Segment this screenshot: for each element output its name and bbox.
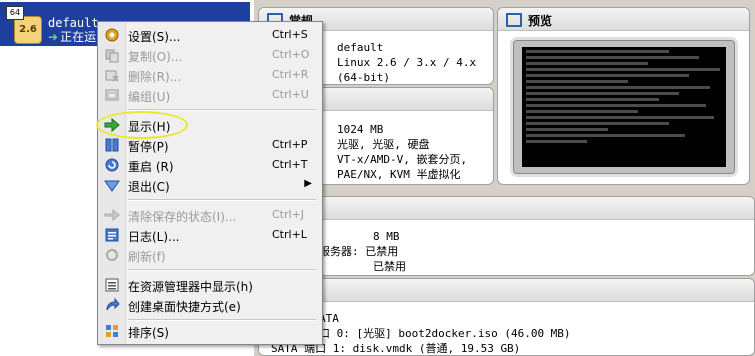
menu-item-shortcut: Ctrl+P <box>272 138 308 151</box>
menu-separator <box>128 199 316 201</box>
menu-item-settings[interactable]: 设置(S)... Ctrl+S <box>100 25 320 45</box>
preview-panel: 预览 <box>497 7 750 185</box>
menu-item-label: 设置(S)... <box>128 30 181 44</box>
storage-controller: ATA <box>319 312 339 325</box>
console-output <box>522 47 726 167</box>
vm-status: ➜ 正在运 <box>48 28 96 45</box>
preview-title: 预览 <box>528 14 553 28</box>
general-os-bits: (64-bit) <box>337 71 390 84</box>
refresh-icon <box>104 247 120 263</box>
vm-version-badge: 2.6 <box>14 16 42 44</box>
menu-item-label: 删除(R)... <box>128 70 182 84</box>
menu-item-label: 编组(U) <box>128 90 171 104</box>
menu-item-log[interactable]: 日志(L)... Ctrl+L <box>100 225 320 245</box>
system-acceleration: VT-x/AMD-V, 嵌套分页, <box>337 153 468 166</box>
delete-icon <box>104 67 120 83</box>
storage-port0-value: [光驱] boot2docker.iso (46.00 MB) <box>356 327 571 340</box>
running-arrow-icon: ➜ <box>48 30 59 44</box>
discard-state-icon <box>104 207 120 223</box>
vm-status-text: 正在运 <box>60 30 97 44</box>
menu-item-label: 日志(L)... <box>128 230 180 244</box>
system-acceleration-2: PAE/NX, KVM 半虚拟化 <box>337 168 461 181</box>
restart-icon <box>104 157 120 173</box>
vm-os-icon: 2.6 64 <box>6 6 42 44</box>
storage-header[interactable] <box>259 279 754 302</box>
menu-item-label: 清除保存的状态(I)... <box>128 210 237 224</box>
system-memory: 1024 MB <box>337 123 384 136</box>
storage-panel: ATA 口 0: [光驱] boot2docker.iso (46.00 MB)… <box>258 278 755 356</box>
highlight-ring <box>96 111 188 139</box>
menu-item-shortcut: Ctrl+T <box>272 158 308 171</box>
display-header[interactable] <box>259 197 754 220</box>
menu-item-label: 复制(O)... <box>128 50 183 64</box>
submenu-arrow-icon: ▶ <box>304 178 312 189</box>
preview-header[interactable]: 预览 <box>498 8 749 31</box>
menu-item-clone[interactable]: 复制(O)... Ctrl+O <box>100 45 320 65</box>
menu-item-label: 退出(C) <box>128 180 170 194</box>
clone-icon <box>104 47 120 63</box>
menu-item-label: 创建桌面快捷方式(e) <box>128 300 241 314</box>
menu-item-show-in-explorer[interactable]: 在资源管理器中显示(h) <box>100 275 320 295</box>
menu-item-sort[interactable]: 排序(S) <box>100 321 320 341</box>
sort-icon <box>104 323 120 339</box>
menu-item-delete[interactable]: 删除(R)... Ctrl+R <box>100 65 320 85</box>
menu-item-label: 暂停(P) <box>128 140 169 154</box>
display-recording-value: 已禁用 <box>373 260 406 273</box>
display-panel: 8 MB 服务器: 已禁用 已禁用 <box>258 196 755 276</box>
menu-separator <box>128 269 316 271</box>
menu-item-label: 排序(S) <box>128 326 169 340</box>
menu-item-exit[interactable]: 退出(C) ▶ <box>100 175 320 195</box>
preview-icon <box>506 13 522 27</box>
general-os: Linux 2.6 / 3.x / 4.x <box>337 56 477 69</box>
vm-context-menu: 设置(S)... Ctrl+S 复制(O)... Ctrl+O 删除(R)...… <box>97 21 323 345</box>
explorer-icon <box>104 277 120 293</box>
menu-item-label: 重启 (R) <box>128 160 174 174</box>
vm-64bit-badge: 64 <box>6 6 24 20</box>
display-vram: 8 MB <box>373 230 400 243</box>
group-icon <box>104 87 120 103</box>
menu-item-shortcut: Ctrl+U <box>272 88 309 101</box>
menu-item-discard-state[interactable]: 清除保存的状态(I)... Ctrl+J <box>100 205 320 225</box>
menu-item-shortcut: Ctrl+R <box>272 68 309 81</box>
display-server-value: 已禁用 <box>365 245 399 258</box>
menu-item-label: 刷新(f) <box>128 250 166 264</box>
log-icon <box>104 227 120 243</box>
menu-item-create-shortcut[interactable]: 创建桌面快捷方式(e) <box>100 295 320 315</box>
storage-port1-value: disk.vmdk (普通, 19.53 GB) <box>352 342 521 355</box>
menu-item-refresh[interactable]: 刷新(f) <box>100 245 320 265</box>
pause-icon <box>104 137 120 153</box>
system-boot-order: 光驱, 光驱, 硬盘 <box>337 138 430 151</box>
menu-item-shortcut: Ctrl+L <box>272 228 307 241</box>
preview-screen <box>513 40 735 174</box>
menu-item-shortcut: Ctrl+S <box>272 28 308 41</box>
menu-item-shortcut: Ctrl+O <box>272 48 310 61</box>
gear-icon <box>104 27 120 43</box>
menu-item-group[interactable]: 编组(U) Ctrl+U <box>100 85 320 105</box>
menu-item-shortcut: Ctrl+J <box>272 208 305 221</box>
general-name: default <box>337 41 384 54</box>
menu-item-restart[interactable]: 重启 (R) Ctrl+T <box>100 155 320 175</box>
menu-item-label: 在资源管理器中显示(h) <box>128 280 253 294</box>
shortcut-icon <box>104 297 120 313</box>
storage-port0-label: 口 0: <box>319 327 350 340</box>
display-server-label: 服务器: <box>319 245 359 258</box>
exit-icon <box>104 177 120 193</box>
